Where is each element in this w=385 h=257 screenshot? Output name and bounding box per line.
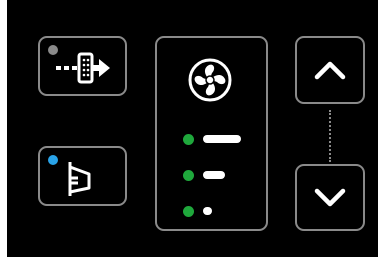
air-intake-icon bbox=[56, 52, 110, 84]
increase-button[interactable] bbox=[295, 36, 365, 104]
windshield-defrost-icon bbox=[68, 162, 91, 196]
air-intake-button[interactable] bbox=[38, 36, 127, 96]
fan-level-3 bbox=[157, 132, 266, 146]
windshield-defrost-indicator bbox=[48, 155, 58, 165]
fan-level-3-bar bbox=[203, 135, 241, 143]
fan-level-2 bbox=[157, 168, 266, 182]
fan-level-1-bar bbox=[203, 207, 212, 215]
fan-level-3-indicator bbox=[183, 134, 194, 145]
chevron-down-icon bbox=[314, 188, 346, 207]
windshield-defrost-button[interactable] bbox=[38, 146, 127, 206]
decrease-button[interactable] bbox=[295, 164, 365, 231]
fan-level-1-indicator bbox=[183, 206, 194, 217]
dotted-connector bbox=[329, 110, 331, 162]
fan-speed-panel[interactable] bbox=[155, 36, 268, 231]
fan-icon bbox=[188, 58, 232, 102]
fan-level-1 bbox=[157, 204, 266, 218]
fan-level-2-bar bbox=[203, 171, 225, 179]
fan-level-2-indicator bbox=[183, 170, 194, 181]
chevron-up-icon bbox=[314, 61, 346, 80]
